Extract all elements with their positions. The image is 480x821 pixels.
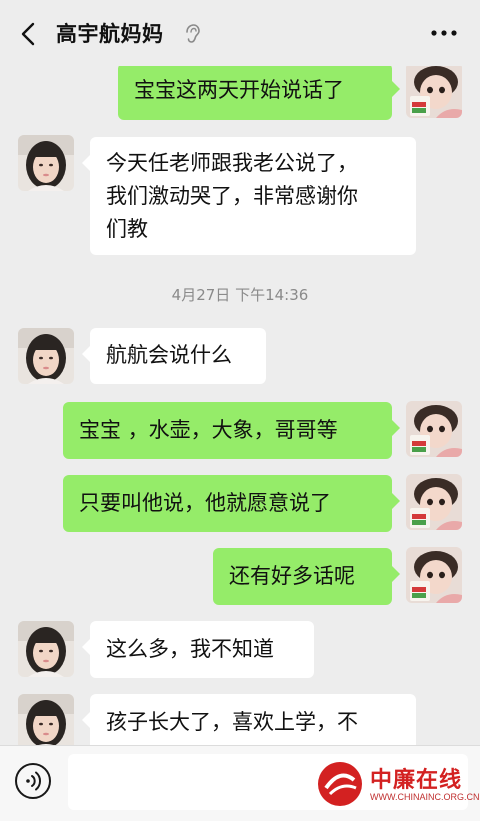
message-input-bar: 中廉在线 WWW.CHINAINC.ORG.CN xyxy=(0,745,480,821)
message-bubble-contact[interactable]: 航航会说什么 xyxy=(82,328,266,384)
chinainc-logo-icon xyxy=(318,762,362,806)
contact-avatar[interactable] xyxy=(18,621,74,677)
self-avatar[interactable] xyxy=(406,547,462,603)
watermark-logo: 中廉在线 WWW.CHINAINC.ORG.CN xyxy=(316,760,480,816)
voice-mode-icon[interactable] xyxy=(14,762,52,800)
message-bubble-contact[interactable]: 这么多，我不知道 xyxy=(82,621,314,678)
message-bubble-contact[interactable]: 孩子长大了，喜欢上学，不 xyxy=(82,694,416,745)
chat-title: 高宇航妈妈 xyxy=(56,22,164,46)
message-bubble-self[interactable]: 还有好多话呢 xyxy=(213,548,400,605)
contact-avatar[interactable] xyxy=(18,135,74,191)
message-bubble-contact[interactable]: 今天任老师跟我老公说了， 我们激动哭了，非常感谢你 们教 xyxy=(82,137,416,255)
watermark-url: WWW.CHINAINC.ORG.CN xyxy=(370,792,480,802)
self-avatar[interactable] xyxy=(406,401,462,457)
contact-avatar[interactable] xyxy=(18,694,74,745)
chat-header: 高宇航妈妈 xyxy=(0,0,480,66)
ear-icon xyxy=(186,24,200,43)
more-options-icon[interactable] xyxy=(430,28,458,38)
message-bubble-self[interactable]: 宝宝这两天开始说话了 xyxy=(118,63,400,120)
back-arrow-icon[interactable] xyxy=(16,20,40,48)
message-bubble-self[interactable]: 宝宝 ，水壶，大象，哥哥等 xyxy=(63,402,400,459)
watermark-text: 中廉在线 xyxy=(370,767,463,793)
message-bubble-self[interactable]: 只要叫他说，他就愿意说了 xyxy=(63,475,400,532)
self-avatar[interactable] xyxy=(406,474,462,530)
self-avatar[interactable] xyxy=(406,62,462,118)
chat-area[interactable]: 宝宝这两天开始说话了 今天任老师跟我老公说了， 我们激动哭了，非常感谢你 们教 … xyxy=(0,0,480,745)
contact-avatar[interactable] xyxy=(18,328,74,384)
message-timestamp: 4月27日 下午14:36 xyxy=(171,286,309,304)
